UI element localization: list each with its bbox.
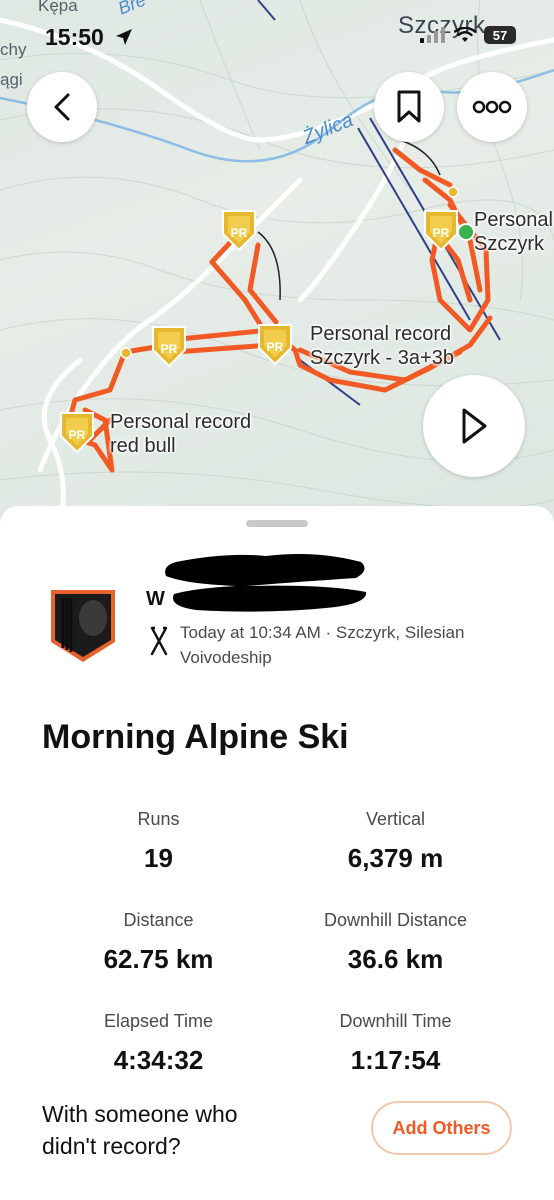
stats-grid: Runs 19 Vertical 6,379 m Distance 62.75 … bbox=[40, 809, 514, 1076]
pr-label-line: Personal record bbox=[310, 323, 452, 345]
chevron-left-icon bbox=[54, 93, 70, 121]
back-button[interactable] bbox=[27, 72, 97, 142]
activity-map[interactable]: Kępa chy ągi Bre Żylica Szczyrk PR PR PR… bbox=[0, 0, 554, 560]
stat-label: Runs bbox=[137, 809, 180, 829]
stat-runs: Runs 19 bbox=[40, 809, 277, 874]
stat-value: 4:34:32 bbox=[113, 1045, 204, 1075]
pr-badge-text: PR bbox=[69, 428, 86, 442]
map-place-label: ągi bbox=[0, 70, 23, 89]
stat-value: 1:17:54 bbox=[350, 1045, 441, 1075]
play-icon bbox=[462, 408, 487, 444]
more-dots-icon bbox=[472, 100, 512, 114]
with-others-prompt: With someone who didn't record? bbox=[42, 1101, 238, 1159]
pr-label: Personal Szczyrk bbox=[474, 208, 553, 256]
play-flyover-button[interactable] bbox=[423, 375, 525, 477]
pr-label: Personal record red bull bbox=[110, 410, 251, 458]
pr-badge-icon[interactable]: PR bbox=[58, 410, 96, 454]
add-others-button[interactable]: Add Others bbox=[371, 1101, 512, 1155]
stat-downhill-distance: Downhill Distance 36.6 km bbox=[277, 910, 514, 975]
pr-label-line: Personal record bbox=[110, 411, 252, 433]
activity-title: Morning Alpine Ski bbox=[42, 718, 349, 756]
pr-badge-icon[interactable]: PR bbox=[256, 322, 294, 366]
map-place-label: Kępa bbox=[38, 0, 78, 15]
redaction-mark bbox=[165, 554, 367, 612]
stat-label: Elapsed Time bbox=[103, 1011, 214, 1031]
stat-label: Vertical bbox=[365, 809, 426, 829]
stat-elapsed-time: Elapsed Time 4:34:32 bbox=[40, 1011, 277, 1076]
pr-badge-icon[interactable]: PR bbox=[220, 208, 258, 252]
battery-icon: 57 bbox=[484, 26, 516, 44]
pr-badge-text: PR bbox=[231, 226, 248, 240]
stat-value: 6,379 m bbox=[347, 843, 444, 873]
pr-badge-icon[interactable]: PR bbox=[150, 324, 188, 368]
sheet-grabber[interactable] bbox=[246, 520, 308, 527]
location-arrow-icon bbox=[116, 29, 132, 45]
activity-meta: Today at 10:34 AM · Szczyrk, Silesian Vo… bbox=[180, 623, 465, 667]
pr-label-line: red bull bbox=[110, 435, 176, 457]
pr-label: Personal record Szczyrk - 3a+3b bbox=[310, 322, 454, 370]
stat-value: 19 bbox=[144, 843, 173, 873]
pr-label-line: Szczyrk bbox=[474, 233, 544, 255]
status-icons: 57 bbox=[420, 26, 516, 44]
map-place-label: chy bbox=[0, 40, 27, 59]
status-time: 15:50 bbox=[45, 24, 104, 50]
pr-badge-text: PR bbox=[267, 340, 284, 354]
pr-badge-text: PR bbox=[433, 226, 450, 240]
more-button[interactable] bbox=[457, 72, 527, 142]
pr-label-line: Personal bbox=[474, 209, 553, 231]
pr-label-line: Szczyrk - 3a+3b bbox=[310, 347, 454, 369]
stat-label: Distance bbox=[123, 910, 194, 930]
stat-value: 62.75 km bbox=[103, 944, 214, 974]
wifi-icon bbox=[454, 27, 476, 42]
stat-value: 36.6 km bbox=[347, 944, 444, 974]
stat-label: Downhill Time bbox=[339, 1011, 452, 1031]
stat-vertical: Vertical 6,379 m bbox=[277, 809, 514, 874]
stat-downhill-time: Downhill Time 1:17:54 bbox=[277, 1011, 514, 1076]
athlete-avatar[interactable] bbox=[49, 588, 117, 664]
bookmark-icon bbox=[397, 90, 421, 123]
pr-badge-text: PR bbox=[161, 342, 178, 356]
stat-distance: Distance 62.75 km bbox=[40, 910, 277, 975]
stat-label: Downhill Distance bbox=[323, 910, 468, 930]
activity-sheet: W Today at 10:34 AM · Szczyrk, Silesian … bbox=[0, 506, 554, 1200]
cellular-signal-icon bbox=[420, 27, 445, 43]
alpine-ski-icon bbox=[150, 626, 168, 656]
bookmark-button[interactable] bbox=[374, 72, 444, 142]
pr-badge-icon[interactable]: PR bbox=[422, 208, 460, 252]
